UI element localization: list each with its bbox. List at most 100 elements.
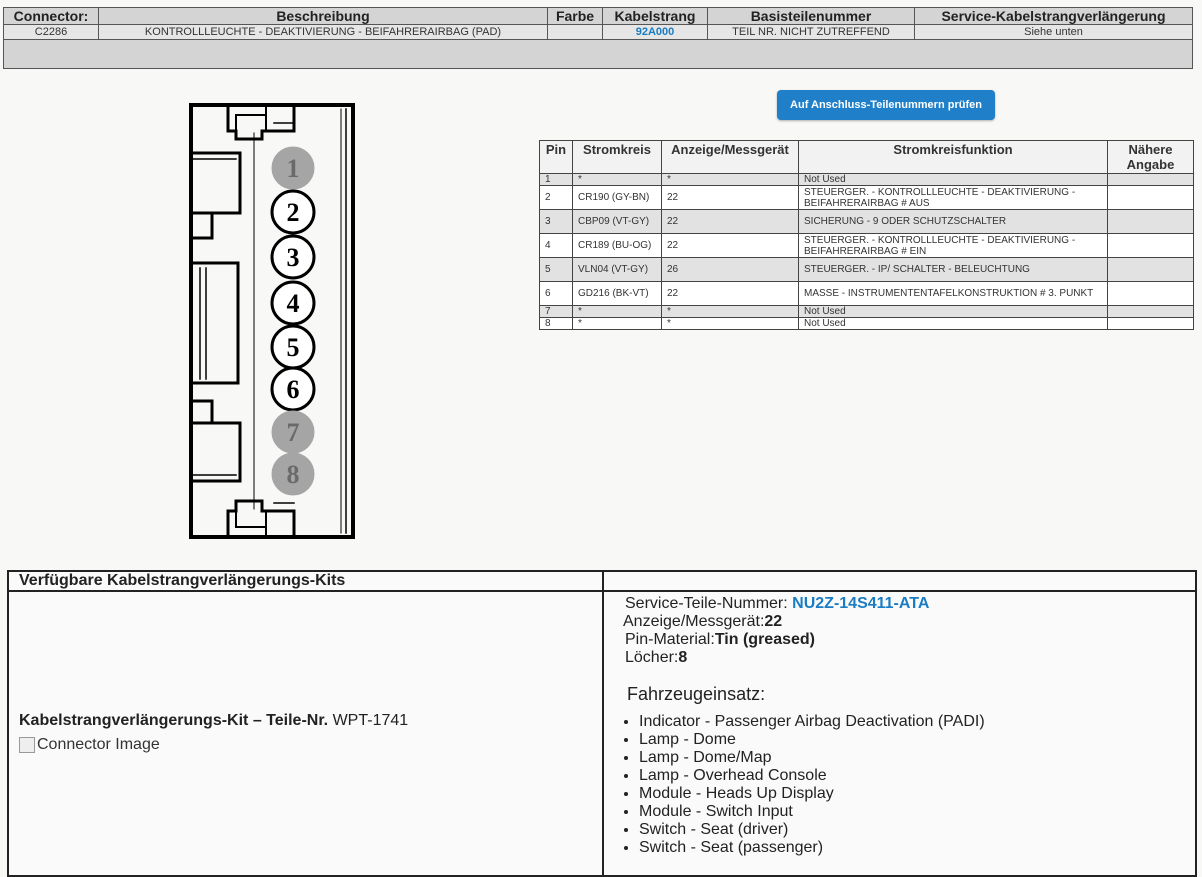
vehicle-usage-item: Lamp - Dome	[639, 731, 1194, 749]
pin-detail-cell	[1107, 305, 1194, 318]
pin-pin-cell: 7	[539, 305, 573, 318]
svg-text:7: 7	[287, 418, 300, 447]
connector-description: KONTROLLLEUCHTE - DEAKTIVIERUNG - BEIFAH…	[98, 24, 548, 40]
pin-pin-cell: 8	[539, 317, 573, 330]
kit-part-label: Kabelstrangverlängerungs-Kit – Teile-Nr.…	[19, 712, 409, 729]
service-extension: Siehe unten	[914, 24, 1193, 40]
pin-detail-cell	[1107, 209, 1194, 234]
pin-5-marker: 5	[270, 324, 316, 370]
pin-circuit-cell: *	[572, 173, 662, 186]
pin-circuit-cell: VLN04 (VT-GY)	[572, 257, 662, 282]
pin-row: 3 CBP09 (VT-GY) 22 SICHERUNG - 9 ODER SCHUT…	[539, 209, 1194, 234]
pin-table: Pin Stromkreis Anzeige/Messgerät Stromkr…	[539, 140, 1194, 330]
check-part-numbers-button[interactable]: Auf Anschluss-Teilenummern prüfen	[777, 90, 995, 120]
pin-table-header: Pin Stromkreis Anzeige/Messgerät Stromkr…	[539, 140, 1194, 174]
pin-detail-cell	[1107, 317, 1194, 330]
pin-circuit-cell: *	[572, 317, 662, 330]
connector-id: C2286	[3, 24, 99, 40]
col-farbe: Farbe	[547, 7, 603, 25]
connector-header-table: Connector: Beschreibung Farbe Kabelstran…	[3, 7, 1193, 69]
pin-gauge-cell: 22	[661, 185, 799, 210]
pin-row: 8 * * Not Used	[539, 317, 1194, 330]
pin-circle-group: 1 2 3 4 5 6 7 8	[270, 146, 316, 496]
pin-gauge-cell: 26	[661, 257, 799, 282]
pin-row: 2 CR190 (GY-BN) 22 STEUERGER. - KONTROLLLEU…	[539, 185, 1194, 210]
svg-text:8: 8	[287, 460, 300, 489]
pin-material-line: Pin-Material:Tin (greased)	[625, 631, 815, 648]
pin-row: 7 * * Not Used	[539, 305, 1194, 318]
col-basisteilenummer: Basisteilenummer	[707, 7, 915, 25]
pin-function-cell: MASSE - INSTRUMENTENTAFELKONSTRUKTION # …	[798, 281, 1108, 306]
pin-pin-cell: 3	[539, 209, 573, 234]
gauge-line: Anzeige/Messgerät:22	[623, 613, 783, 630]
pin-detail-cell	[1107, 185, 1194, 210]
pin-gauge-cell: 22	[661, 281, 799, 306]
pin-4-marker: 4	[270, 280, 316, 326]
pin-circuit-cell: GD216 (BK-VT)	[572, 281, 662, 306]
kit-cell: Kabelstrangverlängerungs-Kit – Teile-Nr.…	[7, 590, 604, 877]
vehicle-usage-item: Module - Heads Up Display	[639, 785, 1194, 803]
svg-text:6: 6	[287, 375, 300, 404]
pin-table-body: 1 * * Not Used 2 CR190 (GY-BN) 22 STEUERGER. - …	[539, 173, 1194, 330]
service-part-number-link[interactable]: NU2Z-14S411-ATA	[792, 595, 929, 612]
vehicle-usage-item: Lamp - Overhead Console	[639, 767, 1194, 785]
pin-row: 6 GD216 (BK-VT) 22 MASSE - INSTRUMENTENTAFE…	[539, 281, 1194, 306]
kit-part-number: WPT-1741	[332, 712, 409, 729]
vehicle-usage-item: Switch - Seat (driver)	[639, 821, 1194, 839]
pin-row: 5 VLN04 (VT-GY) 26 STEUERGER. - IP/ SCHALTE…	[539, 257, 1194, 282]
pin-detail-cell	[1107, 281, 1194, 306]
pin-1-marker: 1	[271, 146, 315, 190]
pin-gauge-cell: *	[661, 305, 799, 318]
pin-gauge-cell: *	[661, 173, 799, 186]
col-stromkreis: Stromkreis	[572, 140, 662, 174]
base-part-number: TEIL NR. NICHT ZUTREFFEND	[707, 24, 915, 40]
pin-function-cell: Not Used	[798, 173, 1108, 186]
connector-color	[547, 24, 603, 40]
vehicle-usage-item: Lamp - Dome/Map	[639, 749, 1194, 767]
pin-row: 1 * * Not Used	[539, 173, 1194, 186]
svg-text:1: 1	[287, 154, 300, 183]
kit-row: Kabelstrangverlängerungs-Kit – Teile-Nr.…	[7, 590, 1197, 877]
pin-function-cell: Not Used	[798, 317, 1108, 330]
pin-3-marker: 3	[270, 234, 316, 280]
col-naehere-angabe: Nähere Angabe	[1107, 140, 1194, 174]
header-row: Connector: Beschreibung Farbe Kabelstran…	[3, 7, 1193, 25]
pin-circuit-cell: CR189 (BU-OG)	[572, 233, 662, 258]
pin-function-cell: SICHERUNG - 9 ODER SCHUTZSCHALTER	[798, 209, 1108, 234]
pin-pin-cell: 2	[539, 185, 573, 210]
pin-detail-cell	[1107, 233, 1194, 258]
pin-detail-cell	[1107, 173, 1194, 186]
kits-header-row: Verfügbare Kabelstrangverlängerungs-Kits	[7, 570, 1197, 592]
kit-details-cell: Service-Teile-Nummer: NU2Z-14S411-ATA An…	[602, 590, 1197, 877]
svg-text:2: 2	[287, 198, 300, 227]
svg-text:3: 3	[287, 243, 300, 272]
extension-kits-table: Verfügbare Kabelstrangverlängerungs-Kits…	[7, 570, 1197, 877]
pin-8-marker: 8	[271, 452, 315, 496]
pin-pin-cell: 4	[539, 233, 573, 258]
vehicle-usage-item: Module - Switch Input	[639, 803, 1194, 821]
pin-pin-cell: 1	[539, 173, 573, 186]
col-service: Service-Kabelstrangverlängerung	[914, 7, 1193, 25]
pin-6-marker: 6	[270, 366, 316, 412]
vehicle-usage-title: Fahrzeugeinsatz:	[627, 684, 766, 704]
svg-text:4: 4	[287, 289, 300, 318]
col-beschreibung: Beschreibung	[98, 7, 548, 25]
pin-row: 4 CR189 (BU-OG) 22 STEUERGER. - KONTROLLLEU…	[539, 233, 1194, 258]
pin-circuit-cell: *	[572, 305, 662, 318]
vehicle-usage-list: Indicator - Passenger Airbag Deactivatio…	[623, 713, 1194, 857]
pin-circuit-cell: CR190 (GY-BN)	[572, 185, 662, 210]
connector-face-diagram: 1 2 3 4 5 6 7 8	[189, 103, 355, 539]
col-connector: Connector:	[3, 7, 99, 25]
pin-pin-cell: 5	[539, 257, 573, 282]
svg-text:5: 5	[287, 333, 300, 362]
col-kabelstrang: Kabelstrang	[602, 7, 708, 25]
holes-line: Löcher:8	[625, 649, 688, 666]
pin-circuit-cell: CBP09 (VT-GY)	[572, 209, 662, 234]
pin-function-cell: STEUERGER. - KONTROLLLEUCHTE - DEAKTIVIE…	[798, 233, 1108, 258]
pin-pin-cell: 6	[539, 281, 573, 306]
spacer-row	[3, 39, 1193, 69]
connector-row: C2286 KONTROLLLEUCHTE - DEAKTIVIERUNG - …	[3, 24, 1193, 40]
harness-link[interactable]: 92A000	[602, 24, 708, 40]
connector-image: Connector Image	[19, 736, 160, 754]
col-pin: Pin	[539, 140, 573, 174]
